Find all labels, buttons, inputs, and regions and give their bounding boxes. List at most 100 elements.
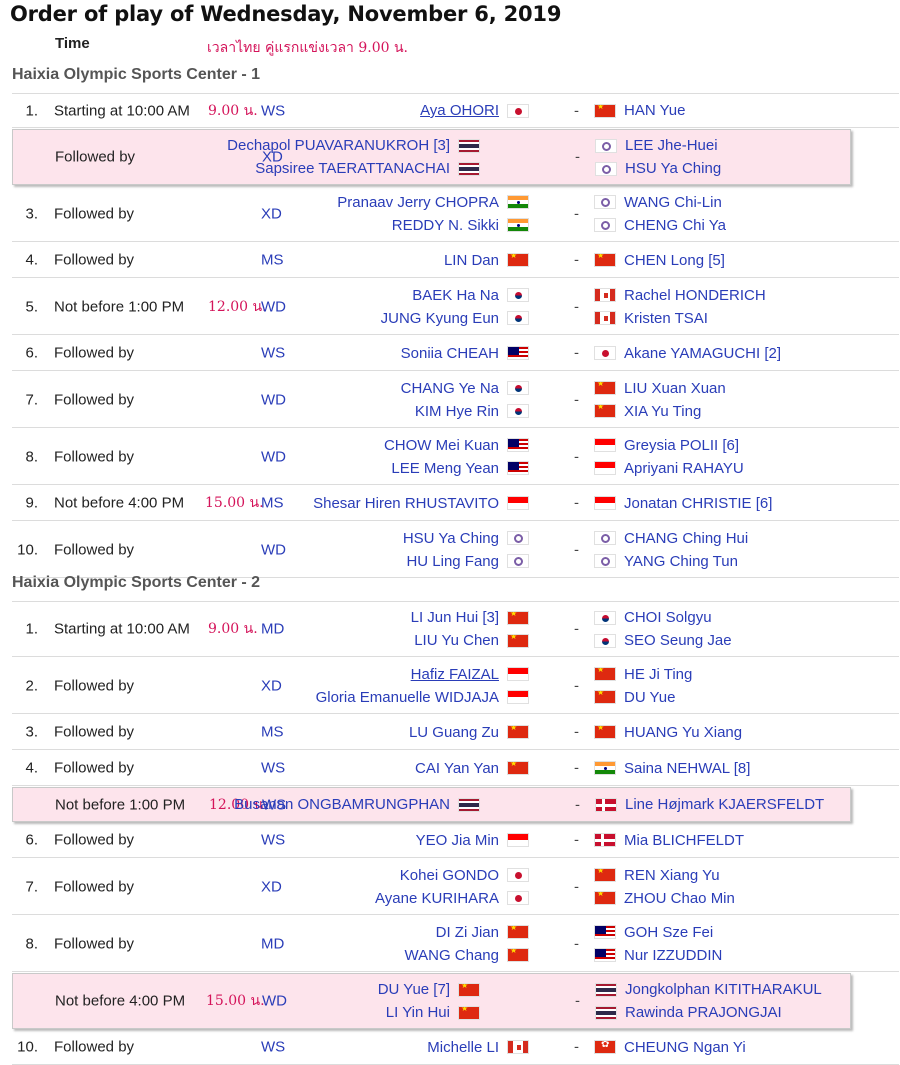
event-link[interactable]: XD (261, 205, 282, 222)
player-name-link[interactable]: DU Yue (624, 689, 675, 706)
player-name-link[interactable]: HU Ling Fang (406, 553, 499, 570)
match-row: 9. Not before 4:00 PM 15.00 น. MS Shesar Hir… (12, 486, 899, 521)
player-entry: HUANG Yu Xiang (594, 721, 742, 744)
player-name-link[interactable]: Jongkolphan KITITHARAKUL (625, 981, 822, 998)
player-name-link[interactable]: Nur IZZUDDIN (624, 947, 722, 964)
player-name-link[interactable]: SEO Seung Jae (624, 632, 732, 649)
match-row: 5. Not before 1:00 PM 12.00 น. WD BAEK Ha Na… (12, 279, 899, 335)
player-name-link[interactable]: HUANG Yu Xiang (624, 724, 742, 741)
player-name-link[interactable]: Ayane KURIHARA (375, 890, 499, 907)
player-name-link[interactable]: LU Guang Zu (409, 724, 499, 741)
match-number: 10. (17, 1038, 38, 1056)
player-name-link[interactable]: LIN Dan (444, 252, 499, 269)
player-name-link[interactable]: Apriyani RAHAYU (624, 460, 744, 477)
event-link[interactable]: MD (261, 935, 284, 952)
player-name-link[interactable]: ZHOU Chao Min (624, 890, 735, 907)
player-name-link[interactable]: Rachel HONDERICH (624, 287, 766, 304)
player-name-link[interactable]: CHANG Ye Na (401, 380, 499, 397)
player-name-link[interactable]: HAN Yue (624, 102, 685, 119)
player-name-link[interactable]: CHEN Long [5] (624, 252, 725, 269)
player-name-link[interactable]: LIU Yu Chen (414, 632, 499, 649)
player-name-link[interactable]: DI Zi Jian (436, 924, 499, 941)
player-name-link[interactable]: Mia BLICHFELDT (624, 832, 744, 849)
event-link[interactable]: WS (261, 102, 285, 119)
player-name-link[interactable]: Soniia CHEAH (401, 345, 499, 362)
player-name-link[interactable]: LIU Xuan Xuan (624, 380, 726, 397)
flag-in-icon (507, 218, 529, 232)
player-name-link[interactable]: Gloria Emanuelle WIDJAJA (316, 689, 499, 706)
versus-dash: - (574, 935, 579, 952)
versus-dash: - (574, 620, 579, 638)
player-name-link[interactable]: CHOI Solgyu (624, 609, 712, 626)
match-status: Followed by (54, 723, 135, 741)
player-name-link[interactable]: Pranaav Jerry CHOPRA (337, 194, 499, 211)
player-name-link[interactable]: Hafiz FAIZAL (411, 666, 499, 683)
player-name-link[interactable]: Greysia POLII [6] (624, 437, 739, 454)
versus-dash: - (575, 992, 580, 1010)
player-entry: GOH Sze Fei (594, 921, 713, 944)
event-link[interactable]: MS (261, 724, 284, 741)
event-link[interactable]: MS (261, 495, 284, 512)
player-name-link[interactable]: GOH Sze Fei (624, 924, 713, 941)
player-entry: Hafiz FAIZAL (411, 663, 529, 686)
player-name-link[interactable]: Dechapol PUAVARANUKROH [3] (227, 137, 450, 154)
player-name-link[interactable]: JUNG Kyung Eun (381, 310, 499, 327)
event-link[interactable]: XD (261, 878, 282, 895)
event-link[interactable]: WS (261, 832, 285, 849)
event-link[interactable]: WS (261, 760, 285, 777)
player-name-link[interactable]: DU Yue [7] (378, 981, 450, 998)
event-link[interactable]: MD (261, 621, 284, 638)
player-name-link[interactable]: XIA Yu Ting (624, 403, 701, 420)
event-link[interactable]: WD (262, 993, 287, 1010)
player-name-link[interactable]: Aya OHORI (420, 102, 499, 119)
player-name-link[interactable]: HSU Ya Ching (625, 160, 721, 177)
event-link[interactable]: WD (261, 391, 286, 408)
versus-dash: - (574, 541, 579, 558)
player-name-link[interactable]: CHENG Chi Ya (624, 217, 726, 234)
player-entry: KIM Hye Rin (415, 400, 529, 423)
player-name-link[interactable]: Saina NEHWAL [8] (624, 760, 750, 777)
player-name-link[interactable]: Shesar Hiren RHUSTAVITO (313, 495, 499, 512)
event-link[interactable]: XD (261, 677, 282, 694)
player-name-link[interactable]: YANG Ching Tun (624, 553, 738, 570)
player-name-link[interactable]: Line Højmark KJAERSFELDT (625, 796, 824, 813)
player-name-link[interactable]: REDDY N. Sikki (392, 217, 499, 234)
player-name-link[interactable]: Kohei GONDO (400, 867, 499, 884)
player-name-link[interactable]: WANG Chi-Lin (624, 194, 722, 211)
player-name-link[interactable]: LI Jun Hui [3] (411, 609, 499, 626)
event-link[interactable]: WD (261, 541, 286, 558)
player-name-link[interactable]: CAI Yan Yan (415, 760, 499, 777)
player-name-link[interactable]: BAEK Ha Na (412, 287, 499, 304)
event-link[interactable]: WD (261, 448, 286, 465)
player-name-link[interactable]: Busanan ONGBAMRUNGPHAN (234, 796, 450, 813)
flag-cn-icon (507, 725, 529, 739)
match-row: 1. Starting at 10:00 AM 9.00 น. WS Aya OHORI… (12, 93, 899, 128)
player-name-link[interactable]: YEO Jia Min (416, 832, 499, 849)
player-name-link[interactable]: HE Ji Ting (624, 666, 692, 683)
player-entry: Ayane KURIHARA (375, 887, 529, 910)
player-name-link[interactable]: Sapsiree TAERATTANACHAI (255, 160, 450, 177)
player-name-link[interactable]: Jonatan CHRISTIE [6] (624, 495, 772, 512)
player-entry: WANG Chi-Lin (594, 191, 722, 214)
player-name-link[interactable]: LI Yin Hui (386, 1004, 450, 1021)
player-name-link[interactable]: Michelle LI (427, 1039, 499, 1056)
player-name-link[interactable]: KIM Hye Rin (415, 403, 499, 420)
player-name-link[interactable]: LEE Meng Yean (391, 460, 499, 477)
event-link[interactable]: WS (261, 1039, 285, 1056)
player-name-link[interactable]: LEE Jhe-Huei (625, 137, 718, 154)
player-name-link[interactable]: CHOW Mei Kuan (384, 437, 499, 454)
player-name-link[interactable]: WANG Chang (405, 947, 499, 964)
event-link[interactable]: MS (261, 252, 284, 269)
player-name-link[interactable]: CHANG Ching Hui (624, 530, 748, 547)
flag-id-icon (594, 461, 616, 475)
player-name-link[interactable]: Rawinda PRAJONGJAI (625, 1004, 782, 1021)
player-name-link[interactable]: Akane YAMAGUCHI [2] (624, 345, 781, 362)
player-name-link[interactable]: CHEUNG Ngan Yi (624, 1039, 746, 1056)
player-name-link[interactable]: Kristen TSAI (624, 310, 708, 327)
player-entry: Apriyani RAHAYU (594, 457, 744, 480)
event-link[interactable]: WS (261, 345, 285, 362)
player-name-link[interactable]: HSU Ya Ching (403, 530, 499, 547)
player-name-link[interactable]: REN Xiang Yu (624, 867, 720, 884)
player-entry: LIU Xuan Xuan (594, 377, 726, 400)
event-link[interactable]: WD (261, 298, 286, 315)
